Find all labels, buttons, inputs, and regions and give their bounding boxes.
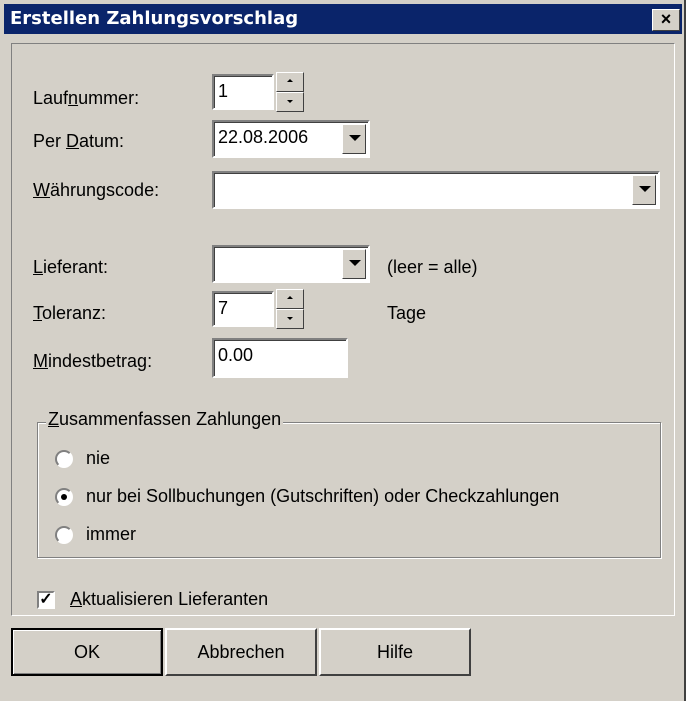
- per-datum-label-part: Per: [33, 131, 67, 151]
- laufnummer-spinner[interactable]: [276, 72, 304, 112]
- chevron-down-icon[interactable]: [342, 249, 366, 279]
- toleranz-label-accesskey: T: [33, 303, 42, 323]
- waehrungscode-label: Währungscode:: [33, 180, 159, 201]
- laufnummer-input[interactable]: 1: [212, 74, 274, 110]
- toleranz-unit: Tage: [387, 303, 427, 323]
- lieferant-label: Lieferant:: [33, 257, 108, 278]
- toleranz-label-rest: oleranz:: [42, 303, 107, 323]
- lieferant-hint: (leer = alle): [387, 257, 478, 277]
- lieferant-label-rest: ieferant:: [43, 257, 109, 277]
- radio-immer[interactable]: [55, 526, 73, 544]
- radio-nie-label[interactable]: nie: [86, 448, 110, 469]
- radio-nur-bei-sollbuchungen[interactable]: [55, 488, 73, 506]
- cancel-button[interactable]: Abbrechen: [165, 628, 317, 676]
- toleranz-label: Toleranz:: [33, 303, 106, 324]
- aktualisieren-label-rest: ktualisieren Lieferanten: [82, 589, 269, 609]
- radio-nie[interactable]: [55, 450, 73, 468]
- mindestbetrag-label-rest: indestbetrag:: [48, 351, 153, 371]
- laufnummer-label-rest: ummer:: [78, 88, 140, 108]
- chevron-down-icon[interactable]: [342, 124, 366, 154]
- spin-down-icon[interactable]: [276, 309, 304, 329]
- aktualisieren-label-accesskey: A: [70, 589, 83, 609]
- group-legend: Zusammenfassen Zahlungen: [46, 409, 284, 430]
- checkmark-icon: ✓: [39, 591, 53, 608]
- group-legend-rest: usammenfassen Zahlungen: [59, 409, 282, 429]
- radio-nur-bei-sollbuchungen-label[interactable]: nur bei Sollbuchungen (Gutschriften) ode…: [86, 486, 559, 507]
- laufnummer-label-part: Lauf: [33, 88, 69, 108]
- waehrungscode-label-accesskey: W: [33, 180, 50, 200]
- mindestbetrag-label: Mindestbetrag:: [33, 351, 152, 372]
- close-button[interactable]: ×: [652, 9, 680, 31]
- laufnummer-label-accesskey: n: [68, 88, 79, 108]
- window-title: Erstellen Zahlungsvorschlag: [10, 8, 299, 29]
- mindestbetrag-label-accesskey: M: [33, 351, 48, 371]
- toleranz-spinner[interactable]: [276, 289, 304, 329]
- spin-up-icon[interactable]: [276, 72, 304, 92]
- waehrungscode-label-rest: ährungscode:: [50, 180, 160, 200]
- title-bar: Erstellen Zahlungsvorschlag ×: [4, 4, 682, 34]
- group-legend-accesskey: Z: [48, 409, 59, 429]
- aktualisieren-label[interactable]: Aktualisieren Lieferanten: [70, 589, 268, 610]
- lieferant-label-accesskey: L: [33, 257, 44, 277]
- radio-immer-label[interactable]: immer: [86, 524, 136, 545]
- mindestbetrag-input[interactable]: 0.00: [212, 338, 348, 378]
- chevron-down-icon[interactable]: [632, 175, 656, 205]
- ok-button[interactable]: OK: [11, 628, 163, 676]
- laufnummer-label: Laufnummer:: [33, 88, 139, 109]
- per-datum-label: Per Datum:: [33, 131, 124, 152]
- per-datum-label-accesskey: D: [66, 131, 80, 151]
- per-datum-label-rest: atum:: [79, 131, 125, 151]
- spin-down-icon[interactable]: [276, 92, 304, 112]
- help-button[interactable]: Hilfe: [319, 628, 471, 676]
- toleranz-input[interactable]: 7: [212, 291, 274, 327]
- aktualisieren-checkbox[interactable]: ✓: [37, 591, 55, 609]
- waehrungscode-dropdown[interactable]: [212, 171, 660, 209]
- spin-up-icon[interactable]: [276, 289, 304, 309]
- dialog-window: Erstellen Zahlungsvorschlag × Laufnummer…: [0, 0, 686, 701]
